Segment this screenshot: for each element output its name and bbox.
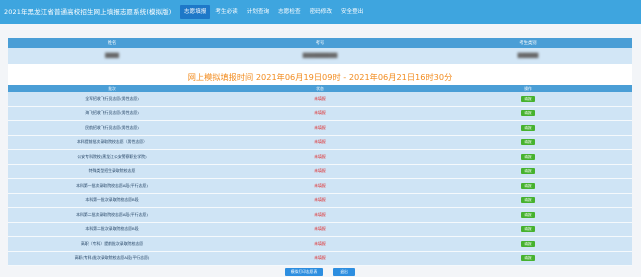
batch-name: 全军招收飞行员志愿(男性志愿) xyxy=(85,95,139,101)
table-row: 特殊类型招生录取院校志愿 未填报 填报 xyxy=(8,164,632,179)
status-text: 未填报 xyxy=(314,255,326,261)
table-row: 本科第二批次录取院校志愿B段 未填报 填报 xyxy=(8,222,632,237)
status-text: 未填报 xyxy=(314,110,326,116)
status-text: 未填报 xyxy=(314,211,326,217)
candidate-name: ████ xyxy=(105,53,119,59)
volunteer-table: 批次 状态 操作 全军招收飞行员志愿(男性志愿) 未填报 填报 海飞招收飞行员志愿(男… xyxy=(8,85,632,266)
table-row: 海飞招收飞行员志愿(男性志愿) 未填报 填报 xyxy=(8,106,632,121)
status-text: 未填报 xyxy=(314,139,326,145)
nav-tab-guide[interactable]: 考生必读 xyxy=(211,5,241,19)
action-cell: 填报 xyxy=(424,168,632,175)
fill-button[interactable]: 填报 xyxy=(521,139,535,146)
batch-name: 高职（专科）提前批次录取院校志愿 xyxy=(80,240,144,246)
batch-name: 本科第二批次录取院校志愿B段 xyxy=(85,226,139,232)
candidate-category: ██████ xyxy=(517,53,539,59)
fill-button[interactable]: 填报 xyxy=(521,95,535,102)
batch-name: 本科第一批次录取院校志愿A段(平行志愿) xyxy=(76,182,148,188)
batch-name: 民航招收飞行员志愿(男性志愿) xyxy=(85,124,139,130)
volunteer-header-row: 批次 状态 操作 xyxy=(8,85,632,92)
main-nav: 志愿填报 考生必读 计划查询 志愿检查 密码修改 安全登出 xyxy=(180,0,368,24)
fill-button[interactable]: 填报 xyxy=(521,182,535,189)
fill-button[interactable]: 填报 xyxy=(521,226,535,233)
batch-name: 本科提前批次录取院校志愿（男性志愿） xyxy=(76,139,148,145)
status-text: 未填报 xyxy=(314,182,326,188)
info-value-row: ████ ██████████ ██████ xyxy=(8,48,632,64)
col-category-header: 考生类别 xyxy=(519,41,537,46)
action-cell: 填报 xyxy=(424,211,632,218)
app-title: 2021年黑龙江省普通高校招生网上填报志愿系统(模拟版) xyxy=(4,8,172,16)
status-text: 未填报 xyxy=(314,124,326,130)
action-cell: 填报 xyxy=(424,153,632,160)
fill-period-notice: 网上模拟填报时间 2021年06月19日09时 - 2021年06月21日16时… xyxy=(187,72,453,82)
status-text: 未填报 xyxy=(314,168,326,174)
status-text: 未填报 xyxy=(314,153,326,159)
batch-name: 公安专科院校(黑龙江公安警察职业学院) xyxy=(77,153,147,159)
table-row: 本科第一批次录取院校志愿A段(平行志愿) 未填报 填报 xyxy=(8,179,632,194)
nav-tab-logout[interactable]: 安全登出 xyxy=(337,5,367,19)
table-row: 本科第一批次录取院校志愿B段 未填报 填报 xyxy=(8,193,632,208)
fill-button[interactable]: 填报 xyxy=(521,211,535,218)
exit-button[interactable]: 退出 xyxy=(333,268,355,276)
action-cell: 填报 xyxy=(424,124,632,131)
info-header-row: 姓名 考号 考生类别 xyxy=(8,38,632,48)
batch-name: 本科第二批次录取院校志愿A段(平行志愿) xyxy=(76,211,148,217)
action-cell: 填报 xyxy=(424,240,632,247)
table-row: 高职(专科)批次录取院校志愿A段(平行志愿) 未填报 填报 xyxy=(8,251,632,266)
action-cell: 填报 xyxy=(424,197,632,204)
batch-name: 高职(专科)批次录取院校志愿A段(平行志愿) xyxy=(74,255,150,261)
batch-name: 海飞招收飞行员志愿(男性志愿) xyxy=(85,110,139,116)
status-text: 未填报 xyxy=(314,240,326,246)
nav-tab-fill[interactable]: 志愿填报 xyxy=(180,5,211,19)
table-row: 高职（专科）提前批次录取院校志愿 未填报 填报 xyxy=(8,237,632,252)
col-name-header: 姓名 xyxy=(107,41,117,46)
action-cell: 填报 xyxy=(424,226,632,233)
status-text: 未填报 xyxy=(314,197,326,203)
action-cell: 填报 xyxy=(424,139,632,146)
candidate-exam-no: ██████████ xyxy=(302,53,338,59)
col-status-header: 状态 xyxy=(316,85,324,91)
nav-tab-password[interactable]: 密码修改 xyxy=(306,5,336,19)
fill-button[interactable]: 填报 xyxy=(521,240,535,247)
action-cell: 填报 xyxy=(424,182,632,189)
table-row: 民航招收飞行员志愿(男性志愿) 未填报 填报 xyxy=(8,121,632,136)
fill-button[interactable]: 填报 xyxy=(521,197,535,204)
content-panel: 姓名 考号 考生类别 ████ ██████████ ██████ 网上模拟填报… xyxy=(8,38,632,266)
fill-button[interactable]: 填报 xyxy=(521,153,535,160)
batch-name: 本科第一批次录取院校志愿B段 xyxy=(85,197,139,203)
batch-name: 特殊类型招生录取院校志愿 xyxy=(88,168,136,174)
fill-button[interactable]: 填报 xyxy=(521,255,535,262)
nav-tab-plan[interactable]: 计划查询 xyxy=(243,5,273,19)
nav-tab-check[interactable]: 志愿检查 xyxy=(274,5,304,19)
col-action-header: 操作 xyxy=(524,85,532,91)
action-cell: 填报 xyxy=(424,95,632,102)
col-exam-no-header: 考号 xyxy=(315,41,325,46)
fill-button[interactable]: 填报 xyxy=(521,110,535,117)
header-bar: 2021年黑龙江省普通高校招生网上填报志愿系统(模拟版) 志愿填报 考生必读 计… xyxy=(0,0,641,24)
candidate-info-table: 姓名 考号 考生类别 ████ ██████████ ██████ xyxy=(8,38,632,64)
table-row: 本科提前批次录取院校志愿（男性志愿） 未填报 填报 xyxy=(8,135,632,150)
col-batch-header: 批次 xyxy=(108,85,116,91)
fill-button[interactable]: 填报 xyxy=(521,168,535,175)
status-text: 未填报 xyxy=(314,226,326,232)
print-volunteer-button[interactable]: 模拟打印志愿表 xyxy=(285,268,323,276)
action-cell: 填报 xyxy=(424,255,632,262)
action-cell: 填报 xyxy=(424,110,632,117)
fill-button[interactable]: 填报 xyxy=(521,124,535,131)
table-row: 公安专科院校(黑龙江公安警察职业学院) 未填报 填报 xyxy=(8,150,632,165)
table-row: 本科第二批次录取院校志愿A段(平行志愿) 未填报 填报 xyxy=(8,208,632,223)
table-row: 全军招收飞行员志愿(男性志愿) 未填报 填报 xyxy=(8,92,632,107)
status-text: 未填报 xyxy=(314,95,326,101)
